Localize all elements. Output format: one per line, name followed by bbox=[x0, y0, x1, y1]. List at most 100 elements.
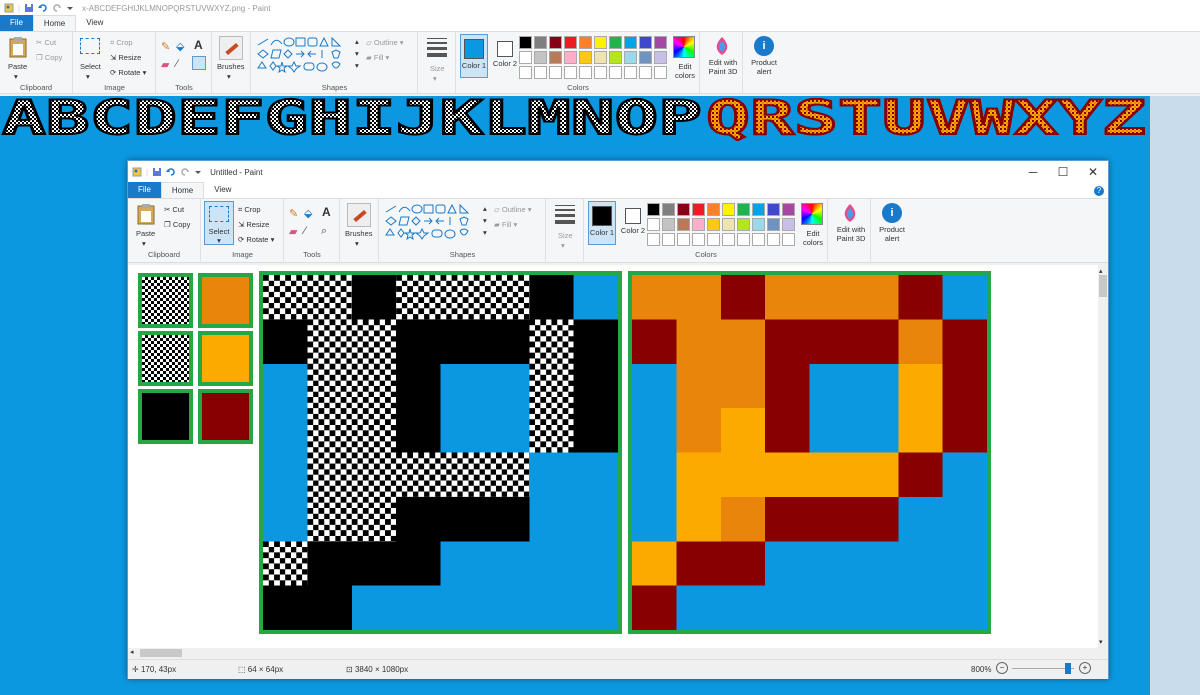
palette-swatch[interactable] bbox=[692, 218, 705, 231]
pencil-icon[interactable]: ✎ bbox=[161, 40, 170, 53]
save-icon[interactable] bbox=[152, 167, 162, 177]
palette-swatch[interactable] bbox=[564, 51, 577, 64]
custom-color-slot[interactable] bbox=[624, 66, 637, 79]
rotate-button[interactable]: ⟳ Rotate ▾ bbox=[110, 68, 146, 77]
magnifier-icon[interactable]: ⌕ bbox=[321, 225, 327, 238]
palette-swatch[interactable] bbox=[534, 51, 547, 64]
palette-swatch[interactable] bbox=[594, 36, 607, 49]
custom-color-slot[interactable] bbox=[677, 233, 690, 246]
palette-swatch[interactable] bbox=[662, 218, 675, 231]
save-icon[interactable] bbox=[24, 3, 34, 13]
custom-color-slot[interactable] bbox=[737, 233, 750, 246]
tile-checker-1[interactable] bbox=[138, 273, 193, 328]
palette-swatch[interactable] bbox=[534, 36, 547, 49]
vertical-scrollbar[interactable]: ▴ ▾ bbox=[1098, 265, 1108, 648]
undo-icon[interactable] bbox=[166, 167, 176, 177]
glyph-q-mono[interactable] bbox=[259, 271, 622, 634]
select-button[interactable]: Select ▾ bbox=[204, 201, 234, 245]
zoom-in-button[interactable]: + bbox=[1079, 662, 1091, 674]
customize-toolbar-icon[interactable] bbox=[66, 3, 74, 13]
custom-color-slot[interactable] bbox=[707, 233, 720, 246]
custom-color-slot[interactable] bbox=[692, 233, 705, 246]
color2-selector[interactable]: Color 2 bbox=[492, 34, 518, 78]
fill-icon[interactable]: ⬙ bbox=[176, 40, 184, 53]
custom-color-slot[interactable] bbox=[519, 66, 532, 79]
tab-view[interactable]: View bbox=[204, 182, 241, 198]
size-icon[interactable] bbox=[555, 205, 575, 224]
palette-swatch[interactable] bbox=[677, 203, 690, 216]
palette-swatch[interactable] bbox=[707, 218, 720, 231]
palette-swatch[interactable] bbox=[782, 218, 795, 231]
pencil-icon[interactable]: ✎ bbox=[289, 207, 298, 220]
brushes-button[interactable]: Brushes bbox=[345, 229, 373, 238]
palette-swatch[interactable] bbox=[519, 51, 532, 64]
fill-button[interactable]: ▰ Fill ▾ bbox=[494, 220, 517, 229]
palette-swatch[interactable] bbox=[624, 51, 637, 64]
info-icon[interactable]: i bbox=[754, 36, 774, 56]
size-button[interactable]: Size bbox=[558, 231, 573, 240]
fill-icon[interactable]: ⬙ bbox=[304, 207, 312, 220]
product-alert-button[interactable]: Product alert bbox=[874, 225, 910, 243]
minimize-button[interactable]: ─ bbox=[1018, 161, 1048, 183]
paint3d-icon[interactable] bbox=[713, 36, 731, 56]
color-palette[interactable] bbox=[647, 203, 797, 247]
palette-swatch[interactable] bbox=[624, 36, 637, 49]
resize-button[interactable]: ⇲ Resize bbox=[110, 53, 141, 62]
redo-icon[interactable] bbox=[180, 167, 190, 177]
paint3d-icon[interactable] bbox=[841, 203, 859, 223]
paste-icon[interactable] bbox=[8, 36, 28, 58]
palette-swatch[interactable] bbox=[609, 36, 622, 49]
outline-button[interactable]: ▱ Outline ▾ bbox=[366, 38, 403, 47]
fill-button[interactable]: ▰ Fill ▾ bbox=[366, 53, 389, 62]
shapes-gallery[interactable] bbox=[384, 203, 488, 243]
magnifier-icon[interactable] bbox=[192, 56, 206, 70]
resize-button[interactable]: ⇲ Resize bbox=[238, 220, 269, 229]
palette-swatch[interactable] bbox=[782, 203, 795, 216]
custom-color-slot[interactable] bbox=[654, 66, 667, 79]
custom-color-slot[interactable] bbox=[534, 66, 547, 79]
custom-color-slot[interactable] bbox=[579, 66, 592, 79]
custom-color-slot[interactable] bbox=[639, 66, 652, 79]
select-button[interactable]: Select bbox=[80, 62, 101, 71]
palette-swatch[interactable] bbox=[639, 51, 652, 64]
custom-color-slot[interactable] bbox=[549, 66, 562, 79]
color-palette[interactable] bbox=[519, 36, 669, 80]
palette-swatch[interactable] bbox=[752, 218, 765, 231]
info-icon[interactable]: i bbox=[882, 203, 902, 223]
paste-icon[interactable] bbox=[136, 203, 156, 225]
maximize-button[interactable]: ☐ bbox=[1048, 161, 1078, 183]
custom-color-slot[interactable] bbox=[662, 233, 675, 246]
paste-button[interactable]: Paste bbox=[8, 62, 27, 71]
palette-swatch[interactable] bbox=[722, 203, 735, 216]
size-button[interactable]: Size bbox=[430, 64, 445, 73]
zoom-out-button[interactable]: − bbox=[996, 662, 1008, 674]
crop-button[interactable]: ⌗ Crop bbox=[110, 38, 133, 48]
brushes-button[interactable]: Brushes bbox=[217, 62, 245, 71]
palette-swatch[interactable] bbox=[662, 203, 675, 216]
color1-selector[interactable]: Color 1 bbox=[588, 201, 616, 245]
palette-swatch[interactable] bbox=[737, 218, 750, 231]
redo-icon[interactable] bbox=[52, 3, 62, 13]
paint3d-button[interactable]: Edit with Paint 3D bbox=[703, 58, 743, 76]
palette-swatch[interactable] bbox=[639, 36, 652, 49]
product-alert-button[interactable]: Product alert bbox=[746, 58, 782, 76]
palette-swatch[interactable] bbox=[767, 218, 780, 231]
copy-button[interactable]: ❐ Copy bbox=[164, 220, 190, 229]
custom-color-slot[interactable] bbox=[782, 233, 795, 246]
rotate-button[interactable]: ⟳ Rotate ▾ bbox=[238, 235, 274, 244]
palette-swatch[interactable] bbox=[647, 218, 660, 231]
shapes-gallery[interactable] bbox=[256, 36, 360, 76]
custom-color-slot[interactable] bbox=[594, 66, 607, 79]
palette-swatch[interactable] bbox=[654, 36, 667, 49]
custom-color-slot[interactable] bbox=[609, 66, 622, 79]
palette-swatch[interactable] bbox=[647, 203, 660, 216]
edit-colors-button[interactable]: Edit colors bbox=[800, 229, 826, 247]
palette-swatch[interactable] bbox=[609, 51, 622, 64]
undo-icon[interactable] bbox=[38, 3, 48, 13]
palette-swatch[interactable] bbox=[737, 203, 750, 216]
help-icon[interactable]: ? bbox=[1094, 186, 1104, 196]
text-icon[interactable]: A bbox=[194, 38, 203, 52]
vertical-scroll-thumb[interactable] bbox=[1099, 275, 1107, 297]
edit-colors-button[interactable]: Edit colors bbox=[672, 62, 698, 80]
glyph-q-color[interactable] bbox=[628, 271, 991, 634]
